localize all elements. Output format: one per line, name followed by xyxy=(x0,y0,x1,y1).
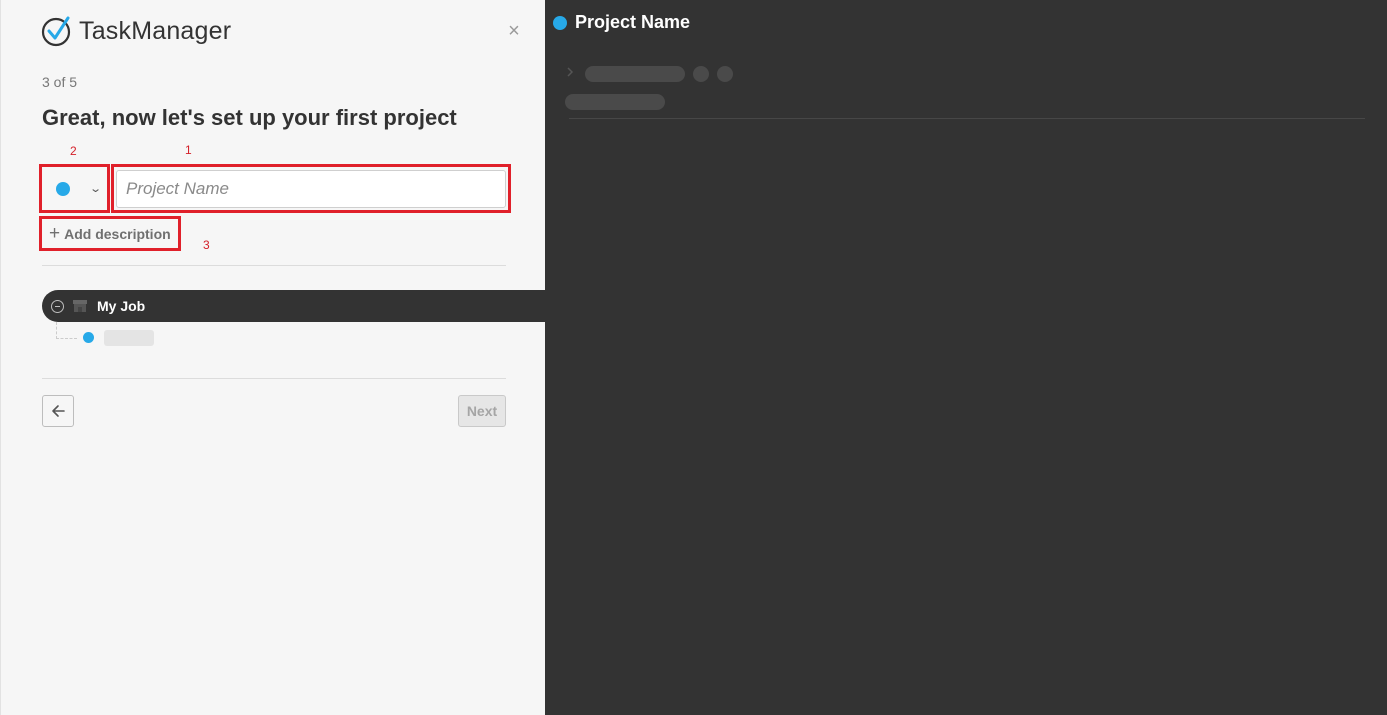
add-description-label: Add description xyxy=(64,226,171,242)
annotation-number-1: 1 xyxy=(185,143,192,157)
preview-color-dot xyxy=(553,15,567,30)
skeleton-circle xyxy=(693,66,709,82)
onboarding-screen: TaskManager × 3 of 5 Great, now let's se… xyxy=(0,0,1387,715)
app-logo: TaskManager xyxy=(41,15,231,47)
workspace-row: My Job xyxy=(42,290,546,322)
divider xyxy=(42,378,506,379)
color-picker[interactable]: ⌄ xyxy=(45,169,104,208)
store-icon xyxy=(73,300,87,312)
page-title: Great, now let's set up your first proje… xyxy=(42,105,457,130)
next-button[interactable]: Next xyxy=(458,395,506,427)
add-description-button[interactable]: + Add description xyxy=(45,221,175,247)
close-icon[interactable]: × xyxy=(506,21,522,41)
color-swatch xyxy=(56,181,70,196)
project-preview-panel: Project Name xyxy=(545,0,1387,715)
divider xyxy=(569,118,1365,119)
chevron-down-icon: ⌄ xyxy=(88,183,102,195)
skeleton-circle xyxy=(717,66,733,82)
annotation-number-3: 3 xyxy=(203,238,210,252)
checkmark-circle-icon xyxy=(41,16,71,47)
project-color-dot xyxy=(83,332,94,343)
wizard-panel: TaskManager × 3 of 5 Great, now let's se… xyxy=(0,0,546,715)
preview-header: Project Name xyxy=(553,12,690,33)
workspace-label: My Job xyxy=(97,298,146,314)
logo-text: TaskManager xyxy=(79,16,232,45)
plus-icon: + xyxy=(49,223,61,244)
skeleton-bar xyxy=(585,66,685,82)
collapse-icon[interactable] xyxy=(51,299,64,313)
project-name-placeholder xyxy=(104,330,154,346)
chevron-right-icon xyxy=(567,67,574,77)
divider xyxy=(42,265,506,266)
arrow-left-icon xyxy=(52,405,65,417)
preview-title: Project Name xyxy=(575,12,691,32)
annotation-number-2: 2 xyxy=(70,144,77,158)
tree-connector xyxy=(56,322,77,339)
back-button[interactable] xyxy=(42,395,74,427)
project-name-input[interactable] xyxy=(116,170,506,208)
skeleton-bar xyxy=(565,94,665,110)
step-indicator: 3 of 5 xyxy=(42,74,78,90)
